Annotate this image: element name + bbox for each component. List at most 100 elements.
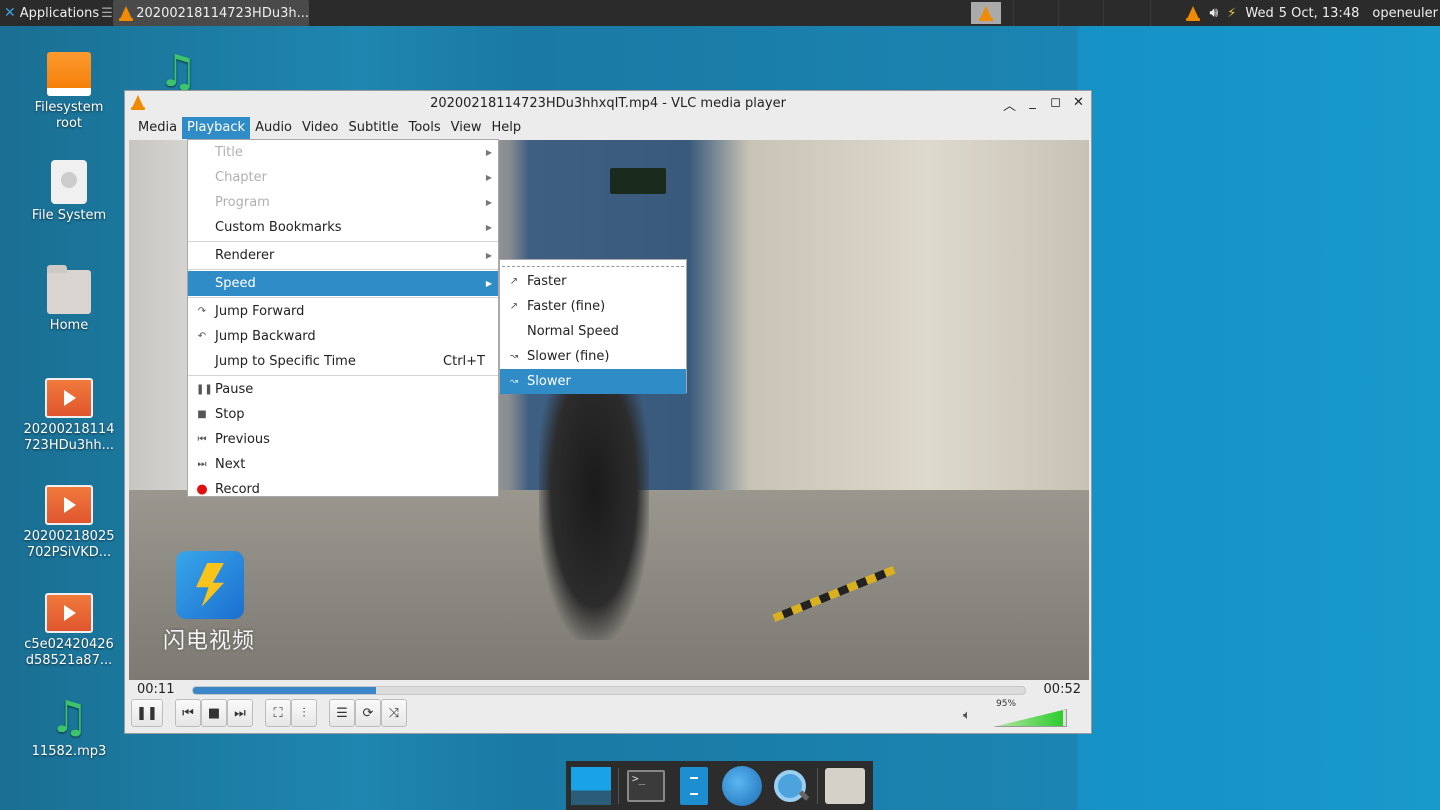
menu-item-pause[interactable]: ❚❚ Pause xyxy=(188,377,498,402)
clock-date[interactable]: 5 Oct, 13:48 xyxy=(1279,6,1360,21)
vlc-cone-icon xyxy=(119,5,133,21)
slower-fine-icon: ↝ xyxy=(509,351,519,362)
menu-bar: Media Playback Audio Video Subtitle Tool… xyxy=(125,117,1099,139)
stop-button[interactable]: ■ xyxy=(201,699,227,727)
desktop-icon-home[interactable]: Home xyxy=(14,265,124,334)
menu-item-speed[interactable]: Speed ▶ xyxy=(188,271,498,296)
menu-item-faster-fine[interactable]: ↗ Faster (fine) xyxy=(500,294,686,319)
menu-item-chapter[interactable]: Chapter ▶ xyxy=(188,165,498,190)
desktop-icon-video-2[interactable]: 20200218025 702PSiVKD... xyxy=(14,485,124,561)
submenu-arrow-icon: ▶ xyxy=(485,198,492,207)
volume-speaker-icon[interactable]: 🔈︎ xyxy=(963,708,971,723)
dock-separator xyxy=(817,767,818,804)
jump-forward-icon: ↷ xyxy=(197,306,207,317)
dock-web-browser[interactable] xyxy=(721,765,763,807)
playlist-button[interactable]: ☰ xyxy=(329,699,355,727)
play-pause-button[interactable]: ❚❚ xyxy=(131,699,163,727)
dock-file-manager[interactable] xyxy=(673,765,715,807)
user-menu[interactable]: openeuler xyxy=(1372,6,1438,21)
next-icon: ⏭︎ xyxy=(197,459,207,470)
desktop-icon-mp3[interactable]: ♫ 11582.mp3 xyxy=(14,696,124,760)
dock-folder[interactable] xyxy=(824,765,866,807)
desktop-icon-file-system[interactable]: File System xyxy=(14,160,124,224)
extended-settings-button[interactable]: ⫶ xyxy=(291,699,317,727)
dock-terminal[interactable]: >_ xyxy=(625,765,667,807)
menu-view[interactable]: View xyxy=(446,117,487,139)
desktop-icon-label: 20200218025 xyxy=(23,529,115,544)
menu-item-normal-speed[interactable]: Normal Speed xyxy=(500,319,686,344)
menu-item-stop[interactable]: ■ Stop xyxy=(188,402,498,427)
panel-separator xyxy=(1103,0,1104,26)
menu-video[interactable]: Video xyxy=(297,117,343,139)
panel-tray: 🔊︎ ⚡︎ Wed 5 Oct, 13:48 openeuler xyxy=(1186,0,1440,26)
close-icon[interactable]: ✕ xyxy=(1072,95,1085,114)
desktop-icon-video-1[interactable]: 20200218114 723HDu3hh... xyxy=(14,378,124,454)
menu-audio[interactable]: Audio xyxy=(250,117,297,139)
volume-control[interactable]: 🔈︎ 95% xyxy=(963,699,1067,727)
loop-button[interactable]: ⟳ xyxy=(355,699,381,727)
previous-icon: ⏮︎ xyxy=(182,705,194,721)
window-titlebar[interactable]: 20200218114723HDu3hhxqIT.mp4 - VLC media… xyxy=(125,91,1091,117)
menu-item-custom-bookmarks[interactable]: Custom Bookmarks ▶ xyxy=(188,215,498,240)
next-button[interactable]: ⏭︎ xyxy=(227,699,253,727)
tear-off-line[interactable] xyxy=(502,260,684,267)
current-time: 00:11 xyxy=(137,682,175,697)
video-file-icon xyxy=(45,593,93,633)
dock-separator xyxy=(618,767,619,804)
menu-subtitle[interactable]: Subtitle xyxy=(343,117,403,139)
power-icon[interactable]: ⚡︎ xyxy=(1227,6,1236,21)
watermark-text: 闪电视频 xyxy=(163,629,256,654)
taskbar-vlc-button[interactable]: 20200218114723HDu3h... xyxy=(113,0,309,26)
menu-item-title[interactable]: Title ▶ xyxy=(188,140,498,165)
vlc-tray-icon[interactable] xyxy=(1186,5,1201,21)
dock-show-desktop[interactable] xyxy=(570,765,612,807)
menu-tools[interactable]: Tools xyxy=(404,117,446,139)
video-file-icon xyxy=(45,378,93,418)
applications-icon: ✕ xyxy=(4,5,16,21)
clock-day[interactable]: Wed xyxy=(1245,6,1273,21)
menu-item-previous[interactable]: ⏮︎ Previous xyxy=(188,427,498,452)
dock-app-finder[interactable] xyxy=(769,765,811,807)
faster-icon: ↗ xyxy=(509,276,519,287)
desktop-icon-label: Home xyxy=(49,318,89,333)
fullscreen-button[interactable]: ⛶ xyxy=(265,699,291,727)
total-time[interactable]: 00:52 xyxy=(1044,682,1081,697)
desktop-icon-video-3[interactable]: c5e02420426 d58521a87... xyxy=(14,593,124,669)
top-panel: ✕ Applications ☰ 20200218114723HDu3h... … xyxy=(0,0,1440,26)
show-desktop-icon xyxy=(571,766,611,805)
menu-help[interactable]: Help xyxy=(487,117,527,139)
workspace-vlc-icon[interactable] xyxy=(971,2,1001,24)
menu-item-record[interactable]: ● Record xyxy=(188,477,498,502)
submenu-arrow-icon: ▶ xyxy=(485,279,492,288)
menu-item-slower[interactable]: ↝ Slower xyxy=(500,369,686,394)
globe-icon xyxy=(722,765,762,806)
menu-item-jump-forward[interactable]: ↷ Jump Forward xyxy=(188,299,498,324)
applications-label: Applications xyxy=(19,5,100,21)
minimize-icon[interactable]: _ xyxy=(1026,95,1039,114)
menu-item-faster[interactable]: ↗ Faster xyxy=(500,269,686,294)
panel-separator xyxy=(1150,0,1151,26)
volume-border xyxy=(993,709,1067,727)
desktop-icon-filesystem-root[interactable]: Filesystem root xyxy=(14,52,124,132)
menu-item-next[interactable]: ⏭︎ Next xyxy=(188,452,498,477)
controls-bar: ❚❚ ⏮︎ ■ ⏭︎ ⛶ ⫶ ☰ ⟳ ⤨ 🔈︎ 95% xyxy=(131,699,1087,729)
applications-menu-button[interactable]: ✕ Applications ☰ xyxy=(0,0,113,26)
shuffle-button[interactable]: ⤨ xyxy=(381,699,407,727)
shade-icon[interactable]: ︿ xyxy=(1003,95,1016,114)
maximize-icon[interactable]: ◻ xyxy=(1049,95,1062,114)
desktop-icon-label: 702PSiVKD... xyxy=(26,545,112,560)
menu-item-jump-to-time[interactable]: Jump to Specific Time Ctrl+T xyxy=(188,349,498,374)
submenu-arrow-icon: ▶ xyxy=(485,223,492,232)
menu-item-jump-backward[interactable]: ↶ Jump Backward xyxy=(188,324,498,349)
menu-item-renderer[interactable]: Renderer ▶ xyxy=(188,243,498,268)
previous-button[interactable]: ⏮︎ xyxy=(175,699,201,727)
menu-item-slower-fine[interactable]: ↝ Slower (fine) xyxy=(500,344,686,369)
menu-playback[interactable]: Playback xyxy=(182,117,251,139)
menu-media[interactable]: Media xyxy=(133,117,182,139)
shuffle-icon: ⤨ xyxy=(388,705,400,721)
menu-item-program[interactable]: Program ▶ xyxy=(188,190,498,215)
submenu-arrow-icon: ▶ xyxy=(485,173,492,182)
speaker-icon[interactable]: 🔊︎ xyxy=(1209,5,1218,21)
seek-slider[interactable] xyxy=(192,686,1026,695)
loop-icon: ⟳ xyxy=(362,705,374,721)
